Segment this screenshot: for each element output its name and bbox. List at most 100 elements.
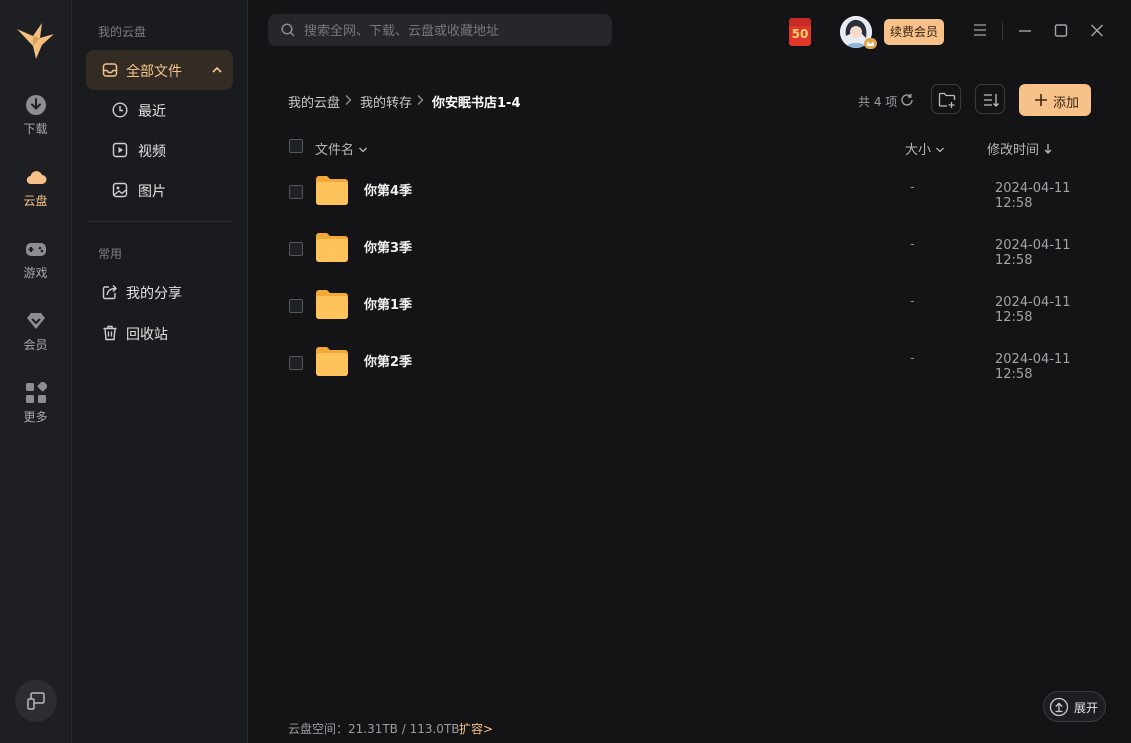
folder-plus-icon — [938, 92, 956, 108]
sidebar-title: 我的云盘 — [98, 25, 147, 39]
divider — [1002, 22, 1003, 40]
file-name: 你第4季 — [364, 184, 413, 199]
rail-download[interactable]: 下载 — [0, 94, 71, 150]
clock-icon — [112, 102, 128, 118]
divider — [86, 221, 233, 222]
share-icon — [102, 285, 117, 300]
sidebar-item-label: 我的分享 — [126, 286, 182, 302]
video-icon — [112, 142, 128, 158]
folder-icon — [316, 290, 348, 319]
sort-button[interactable] — [975, 84, 1005, 114]
expand-transfer-button[interactable]: 展开 — [1043, 691, 1106, 722]
new-folder-button[interactable] — [931, 84, 961, 114]
device-switch-button[interactable] — [15, 680, 57, 722]
breadcrumb-item[interactable]: 我的转存 — [360, 92, 412, 111]
sidebar-item-my-share[interactable]: 我的分享 — [86, 272, 233, 312]
add-button[interactable]: 添加 — [1019, 84, 1091, 116]
file-size: - — [910, 180, 915, 195]
search-box[interactable] — [268, 14, 612, 48]
column-header-name[interactable]: 文件名 — [315, 139, 368, 158]
rail-label: 会员 — [23, 338, 48, 352]
device-icon — [27, 692, 45, 710]
gamepad-icon — [25, 243, 46, 256]
file-size: - — [910, 237, 915, 252]
upload-icon — [1049, 697, 1069, 717]
plus-icon — [1035, 94, 1047, 106]
close-icon[interactable] — [1087, 20, 1107, 40]
table-row[interactable]: 你第2季 - 2024-04-11 12:58 — [280, 334, 1110, 391]
sidebar-item-label: 视频 — [138, 144, 166, 160]
sidebar-item-recent[interactable]: 最近 — [86, 90, 233, 130]
refresh-icon[interactable] — [900, 93, 914, 107]
item-count: 共 4 项 — [858, 95, 898, 109]
folder-icon — [316, 233, 348, 262]
vip-level-badge — [864, 38, 877, 49]
nav-rail: 下载 云盘 游戏 会员 更多 — [0, 0, 72, 743]
red-packet-button[interactable]: 50 — [789, 18, 811, 46]
search-icon — [281, 23, 295, 37]
inbox-icon — [102, 63, 118, 77]
menu-icon[interactable] — [970, 20, 990, 40]
file-modified: 2024-04-11 12:58 — [995, 295, 1071, 325]
chevron-right-icon — [417, 95, 424, 105]
chevron-down-icon — [359, 147, 368, 153]
chevron-up-icon[interactable] — [212, 66, 222, 73]
crown-icon — [867, 41, 874, 46]
minimize-icon[interactable] — [1015, 20, 1035, 40]
sidebar-item-label: 全部文件 — [126, 64, 182, 80]
file-name: 你第3季 — [364, 241, 413, 256]
column-header-modified[interactable]: 修改时间 — [987, 139, 1053, 158]
storage-usage: 云盘空间：21.31TB / 113.0TB — [288, 722, 460, 736]
sidebar-item-recycle-bin[interactable]: 回收站 — [86, 313, 233, 353]
folder-icon — [316, 347, 348, 376]
select-all-checkbox[interactable] — [289, 139, 303, 153]
column-header-size[interactable]: 大小 — [905, 139, 945, 158]
sidebar: 我的云盘 全部文件 最近 视频 图片 常用 我的分享 回收站 — [72, 0, 248, 743]
row-checkbox[interactable] — [289, 185, 303, 199]
grid-icon — [25, 382, 47, 403]
rail-label: 游戏 — [23, 266, 48, 280]
download-icon — [25, 95, 46, 115]
maximize-icon[interactable] — [1051, 20, 1071, 40]
row-checkbox[interactable] — [289, 299, 303, 313]
rail-vip[interactable]: 会员 — [0, 310, 71, 366]
table-row[interactable]: 你第3季 - 2024-04-11 12:58 — [280, 220, 1110, 277]
chevron-down-icon — [936, 147, 945, 153]
file-size: - — [910, 294, 915, 309]
expand-transfer-label: 展开 — [1074, 701, 1099, 715]
breadcrumb-current: 你安眠书店1-4 — [432, 96, 521, 111]
add-button-label: 添加 — [1053, 96, 1080, 111]
coupon-amount: 50 — [791, 27, 809, 41]
chevron-right-icon — [345, 95, 352, 105]
row-checkbox[interactable] — [289, 242, 303, 256]
sidebar-item-all-files[interactable]: 全部文件 — [86, 50, 233, 90]
sidebar-item-label: 最近 — [138, 104, 166, 120]
rail-label: 云盘 — [23, 194, 48, 208]
red-packet-flap — [789, 18, 811, 26]
row-checkbox[interactable] — [289, 356, 303, 370]
rail-more[interactable]: 更多 — [0, 382, 71, 438]
file-name: 你第1季 — [364, 298, 413, 313]
table-row[interactable]: 你第4季 - 2024-04-11 12:58 — [280, 163, 1110, 220]
folder-icon — [316, 176, 348, 205]
rail-games[interactable]: 游戏 — [0, 238, 71, 294]
sidebar-item-label: 回收站 — [126, 327, 168, 343]
renew-vip-button[interactable]: 续费会员 — [884, 19, 944, 45]
breadcrumb-item[interactable]: 我的云盘 — [288, 92, 340, 111]
cloud-icon — [26, 171, 46, 185]
search-input[interactable] — [302, 14, 606, 48]
table-row[interactable]: 你第1季 - 2024-04-11 12:58 — [280, 277, 1110, 334]
sidebar-item-video[interactable]: 视频 — [86, 130, 233, 170]
file-modified: 2024-04-11 12:58 — [995, 238, 1071, 268]
column-header-label: 修改时间 — [987, 143, 1040, 158]
sort-icon — [984, 94, 999, 107]
rail-cloud[interactable]: 云盘 — [0, 166, 71, 222]
file-modified: 2024-04-11 12:58 — [995, 181, 1071, 211]
trash-icon — [103, 325, 117, 341]
sidebar-item-images[interactable]: 图片 — [86, 170, 233, 210]
file-name: 你第2季 — [364, 355, 413, 370]
file-size: - — [910, 351, 915, 366]
expand-storage-link[interactable]: 扩容> — [459, 720, 493, 737]
column-header-label: 大小 — [905, 143, 932, 158]
sidebar-item-label: 图片 — [138, 184, 166, 200]
